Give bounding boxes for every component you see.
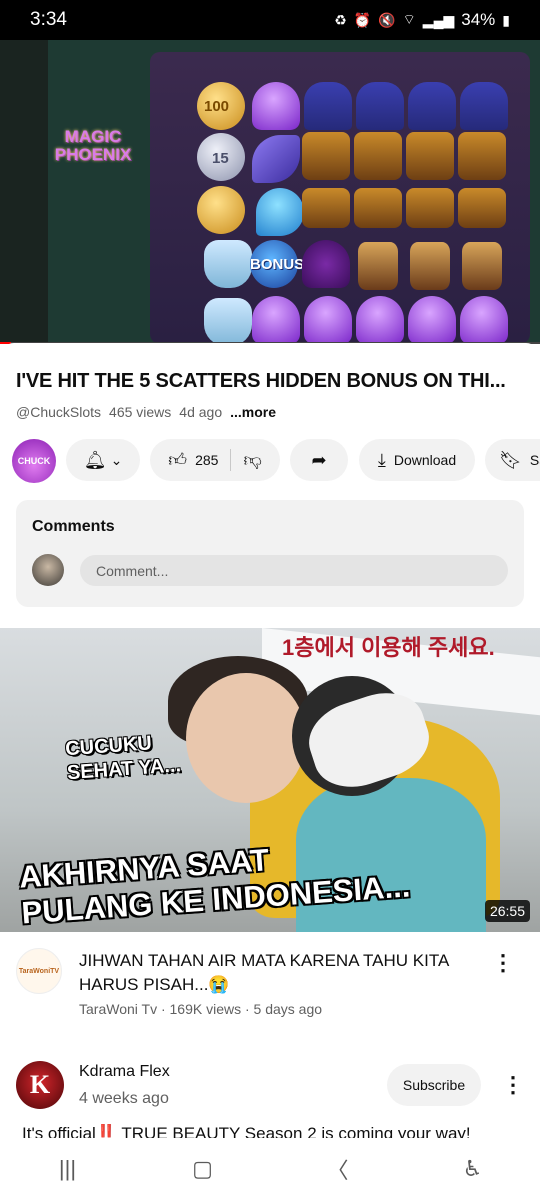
video-thumbnail[interactable]: 1층에서 이용해 주세요. CUCUKU SEHAT YA... AKHIRNY… [0,628,540,932]
signal-icon: ▂▄▆ [422,11,455,28]
status-icons: ♻ ⏰ 🔇 ⌔ ▂▄▆ 34% ▮ [334,10,510,30]
comments-card[interactable]: Comments [16,500,524,607]
comments-title: Comments [32,518,115,535]
phoenix-symbol [458,188,506,228]
post-text[interactable]: It's official‼️ TRUE BEAUTY Season 2 is … [22,1124,522,1138]
wizard-hat-symbol [304,82,352,130]
system-nav-bar: ||| ▢ 〈 ♿︎ [0,1138,540,1199]
coin-symbol [197,186,245,234]
mushroom-symbol [304,296,352,344]
mushroom-symbol [460,296,508,344]
stream-sidebar [0,40,48,344]
video-player[interactable]: MAGIC PHOENIX 100 15 BONUS [0,40,540,344]
download-label: Download [393,452,457,468]
thumbs-down-icon[interactable]: 👎︎ [243,449,261,471]
share-button[interactable]: ➦ [290,439,348,481]
bonus-label: BONUS [250,256,305,273]
channel-avatar[interactable]: CHUCK [12,439,56,483]
drop-symbol [256,188,304,236]
notification-button[interactable]: 🔔︎ ⌄ [66,439,140,481]
more-link[interactable]: ...more [230,404,276,420]
chevron-down-icon: ⌄ [110,451,123,468]
battery-icon: ▮ [502,11,510,28]
thumbnail-caption-small: CUCUKU SEHAT YA... [64,732,182,785]
hourglass-symbol [358,242,398,290]
view-count: 465 views [109,404,172,420]
post-channel-name[interactable]: Kdrama Flex [79,1063,170,1081]
potion-symbol [204,240,252,288]
bookmark-icon: 🔖︎ [499,449,522,470]
post-channel-avatar[interactable]: K [16,1061,64,1109]
alarm-icon: ⏰ [353,11,372,28]
mushroom-symbol [356,296,404,344]
phoenix-symbol [406,132,454,180]
post-time: 4 weeks ago [79,1090,169,1107]
video-title[interactable]: I'VE HIT THE 5 SCATTERS HIDDEN BONUS ON … [16,370,526,393]
next-channel-avatar[interactable]: TaraWoniTV [16,948,62,994]
phoenix-symbol [354,132,402,180]
bat-symbol [302,240,350,288]
hourglass-symbol [410,242,450,290]
next-channel-avatar-text: TaraWoniTV [18,967,60,975]
wifi-icon: ⌔ [402,11,416,27]
channel-handle[interactable]: @ChuckSlots [16,404,101,420]
status-bar: 3:34 ♻ ⏰ 🔇 ⌔ ▂▄▆ 34% ▮ [0,0,540,40]
potion-symbol [204,298,252,344]
mushroom-symbol [252,296,300,344]
phoenix-symbol [354,188,402,228]
download-icon: ⤓ [377,449,386,470]
download-button[interactable]: ⤓ Download [359,439,475,481]
like-dislike-button[interactable]: 👍︎ 285 👎︎ [150,439,280,481]
thumbnail-banner-text: 1층에서 이용해 주세요. [282,635,495,660]
battery-level: 34% [461,10,496,29]
action-row: CHUCK 🔔︎ ⌄ 👍︎ 285 👎︎ ➦ ⤓ Download 🔖︎ Sa [0,439,540,483]
phoenix-symbol [302,188,350,228]
post-avatar-letter: K [29,1070,51,1099]
phoenix-symbol [458,132,506,180]
like-count: 285 [195,452,219,468]
wizard-hat-symbol [460,82,508,130]
save-button[interactable]: 🔖︎ Sa [485,439,540,481]
mute-icon: 🔇 [378,11,396,28]
sync-icon: ♻ [334,11,347,28]
phoenix-symbol [406,188,454,228]
recent-apps-icon[interactable]: ||| [38,1156,98,1182]
upload-age: 4d ago [179,404,223,420]
hourglass-symbol [462,242,502,290]
status-time: 3:34 [30,9,67,30]
comment-input[interactable] [80,555,508,586]
post-more-options-icon[interactable]: ⋮ [501,1070,525,1100]
duration-badge: 26:55 [484,900,530,922]
next-video-title[interactable]: JIHWAN TAHAN AIR MATA KARENA TAHU KITA H… [79,949,469,997]
wizard-hat-symbol [356,82,404,130]
video-details: I'VE HIT THE 5 SCATTERS HIDDEN BONUS ON … [0,343,540,633]
more-options-icon[interactable]: ⋮ [491,948,515,978]
back-icon[interactable]: 〈 [308,1153,368,1185]
share-icon: ➦ [311,449,327,470]
video-meta: @ChuckSlots 465 views 4d ago ...more [16,404,276,420]
save-label: Sa [529,452,540,468]
channel-avatar-text: CHUCK [17,456,51,466]
mushroom-symbol [408,296,456,344]
phoenix-symbol [302,132,350,180]
coin-value: 100 [204,98,230,115]
wizard-hat-symbol [408,82,456,130]
accessibility-icon[interactable]: ♿︎ [443,1156,503,1182]
subscribe-button[interactable]: Subscribe [387,1064,481,1106]
bell-icon: 🔔︎ [83,449,107,470]
user-avatar [32,554,64,586]
game-logo: MAGIC PHOENIX [54,127,132,164]
next-video-meta: TaraWoni Tv · 169K views · 5 days ago [79,1001,323,1017]
thumbs-up-icon[interactable]: 👍︎ [168,449,187,471]
like-divider [230,449,232,471]
silver-coin-value: 15 [212,150,229,167]
mushroom-symbol [252,82,300,130]
home-icon[interactable]: ▢ [173,1156,233,1182]
